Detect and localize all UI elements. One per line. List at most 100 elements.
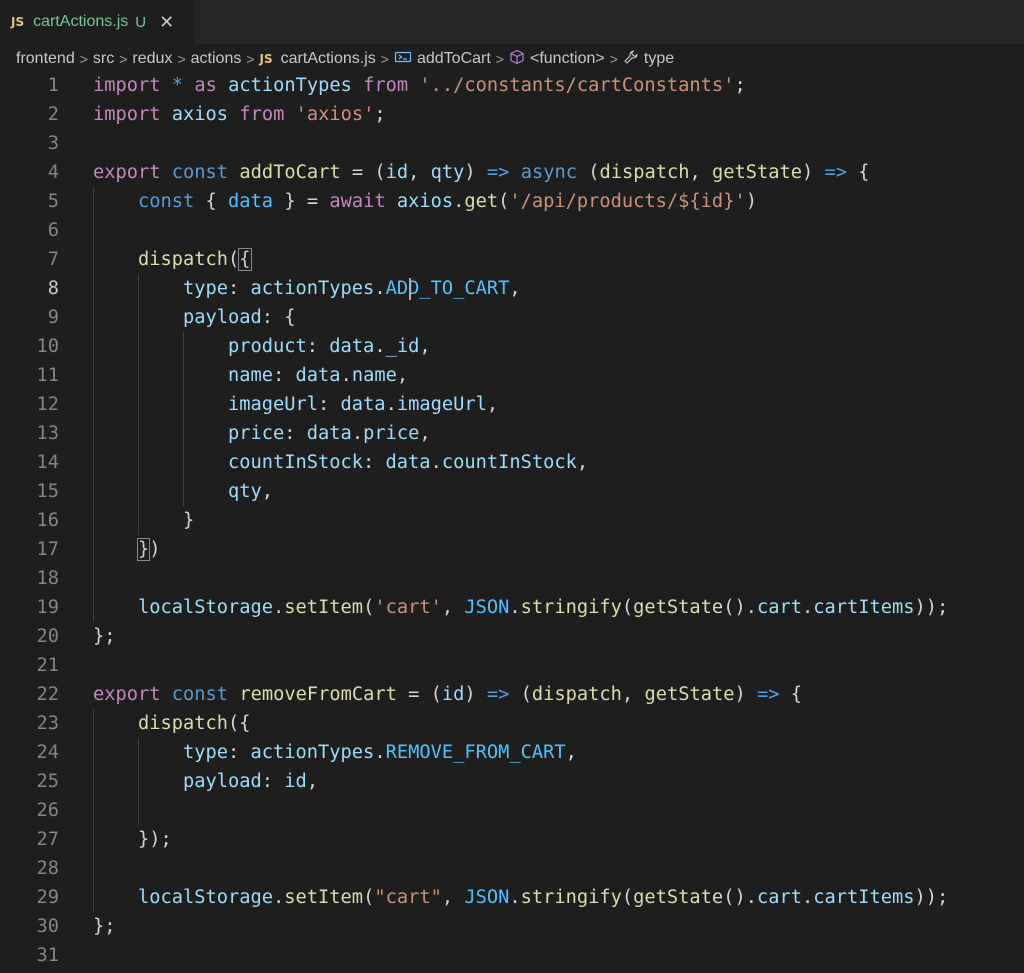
breadcrumb-item-redux[interactable]: redux — [132, 50, 172, 68]
line-number: 10 — [36, 336, 59, 357]
code-line[interactable]: 8 type: actionTypes.ADD_TO_CART, — [0, 274, 1024, 303]
code-line[interactable]: 31 — [0, 941, 1024, 970]
line-code: }); — [93, 825, 172, 854]
code-line[interactable]: 28 — [0, 854, 1024, 883]
code-token: getState — [712, 162, 803, 183]
line-code: price: data.price, — [93, 419, 431, 448]
code-token: , — [419, 336, 431, 357]
code-line[interactable]: 18 — [0, 564, 1024, 593]
code-line[interactable]: 17 }) — [0, 535, 1024, 564]
code-line[interactable]: 9 payload: { — [0, 303, 1024, 332]
code-token: }; — [93, 916, 116, 937]
code-token: : — [228, 278, 251, 299]
code-token: qty — [430, 162, 465, 183]
close-icon[interactable]: ✕ — [159, 12, 174, 33]
code-line[interactable]: 21 — [0, 651, 1024, 680]
indent-guide — [93, 709, 94, 912]
code-token: ( — [363, 887, 375, 908]
breadcrumb-item-actions[interactable]: actions — [191, 50, 242, 68]
code-token: countInStock — [441, 452, 577, 473]
code-token: = ( — [340, 162, 386, 183]
code-line[interactable]: 23 dispatch({ — [0, 709, 1024, 738]
breadcrumb-item-function[interactable]: <function> — [530, 50, 605, 68]
code-token: { — [194, 191, 229, 212]
indent-guide — [138, 738, 140, 825]
code-line[interactable]: 10 product: data._id, — [0, 332, 1024, 361]
indent-guide — [183, 332, 185, 506]
line-number: 16 — [36, 510, 59, 531]
code-line[interactable]: 27 }); — [0, 825, 1024, 854]
code-line[interactable]: 24 type: actionTypes.REMOVE_FROM_CART, — [0, 738, 1024, 767]
line-number: 4 — [47, 162, 59, 183]
code-line[interactable]: 7 dispatch({ — [0, 245, 1024, 274]
code-token: actionTypes — [250, 278, 375, 299]
line-number: 15 — [36, 481, 59, 502]
code-line[interactable]: 3 — [0, 129, 1024, 158]
line-number: 30 — [36, 916, 59, 937]
code-token: } — [136, 538, 151, 561]
line-code: import axios from 'axios'; — [93, 100, 386, 129]
breadcrumb-item-addtocart[interactable]: addToCart — [417, 50, 491, 68]
code-line[interactable]: 22 export const removeFromCart = (id) => … — [0, 680, 1024, 709]
code-token: } — [93, 510, 195, 531]
line-number: 23 — [36, 713, 59, 734]
tab-filename: cartActions.js — [33, 13, 129, 30]
code-token: async — [520, 162, 577, 183]
code-token: data — [228, 191, 274, 212]
code-token: , — [621, 684, 645, 705]
code-line[interactable]: 26 — [0, 796, 1024, 825]
code-line[interactable]: 2 import axios from 'axios'; — [0, 100, 1024, 129]
code-token: imageUrl — [228, 394, 319, 415]
code-line[interactable]: 14 countInStock: data.countInStock, — [0, 448, 1024, 477]
code-token: : — [273, 365, 296, 386]
code-token: . — [509, 597, 521, 618]
code-token: name — [228, 365, 274, 386]
line-number: 14 — [36, 452, 59, 473]
code-line[interactable]: 11 name: data.name, — [0, 361, 1024, 390]
code-token: from — [239, 104, 285, 125]
code-token: , — [408, 162, 431, 183]
breadcrumb-item-src[interactable]: src — [93, 50, 114, 68]
code-line[interactable]: 13 price: data.price, — [0, 419, 1024, 448]
code-line[interactable]: 1 import * as actionTypes from '../consta… — [0, 71, 1024, 100]
code-line[interactable]: 4 export const addToCart = (id, qty) => a… — [0, 158, 1024, 187]
editor-tab[interactable]: JS cartActions.js U ✕ — [0, 0, 194, 44]
code-token: ) — [464, 162, 487, 183]
code-line[interactable]: 5 const { data } = await axios.get('/api… — [0, 187, 1024, 216]
code-token: '/api/products/${id}' — [509, 191, 746, 212]
code-line[interactable]: 20}; — [0, 622, 1024, 651]
code-token: payload — [183, 771, 262, 792]
code-line[interactable]: 25 payload: id, — [0, 767, 1024, 796]
breadcrumb-item-frontend[interactable]: frontend — [16, 50, 75, 68]
breadcrumb-item-type[interactable]: type — [644, 50, 674, 68]
code-line[interactable]: 6 — [0, 216, 1024, 245]
code-token: get — [464, 191, 499, 212]
code-token: export — [93, 684, 161, 705]
line-number: 25 — [36, 771, 59, 792]
code-line[interactable]: 12 imageUrl: data.imageUrl, — [0, 390, 1024, 419]
code-line[interactable]: 15 qty, — [0, 477, 1024, 506]
breadcrumb-item-file[interactable]: cartActions.js — [281, 50, 376, 68]
code-token: , — [509, 278, 521, 299]
code-token: . — [374, 742, 386, 763]
line-code: countInStock: data.countInStock, — [93, 448, 588, 477]
code-token: => — [486, 684, 510, 705]
code-line[interactable]: 16 } — [0, 506, 1024, 535]
line-number: 11 — [36, 365, 59, 386]
line-number: 18 — [36, 568, 59, 589]
code-line[interactable]: 30}; — [0, 912, 1024, 941]
code-line[interactable]: 19 localStorage.setItem('cart', JSON.str… — [0, 593, 1024, 622]
code-token: qty — [228, 481, 262, 502]
code-line[interactable]: 29 localStorage.setItem("cart", JSON.str… — [0, 883, 1024, 912]
code-token: name — [351, 365, 397, 386]
code-token: ) — [734, 684, 757, 705]
line-number: 5 — [47, 191, 59, 212]
